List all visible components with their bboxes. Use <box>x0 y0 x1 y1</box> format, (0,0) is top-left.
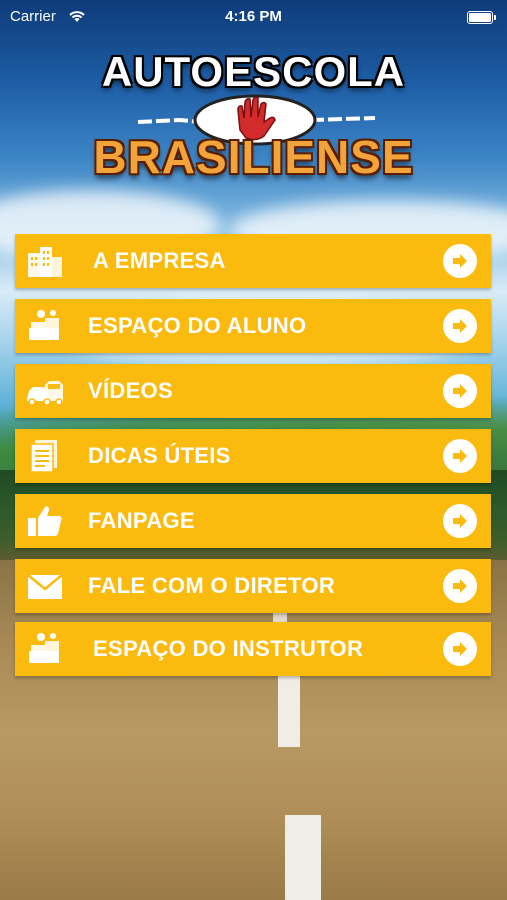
lane-marking <box>278 675 300 747</box>
lane-marking <box>285 815 321 900</box>
car-icon <box>27 381 63 406</box>
menu-item-fale-com-o-diretor[interactable]: FALE COM O DIRETOR <box>15 559 491 613</box>
status-time: 4:16 PM <box>225 8 282 25</box>
arrow-right-icon <box>443 309 477 343</box>
menu-item-label: A EMPRESA <box>93 248 226 273</box>
menu-item-dicas-uteis[interactable]: DICAS ÚTEIS <box>15 429 491 483</box>
menu-item-videos[interactable]: VÍDEOS <box>15 364 491 418</box>
instructor-icon <box>29 633 59 663</box>
menu-item-fanpage[interactable]: FANPAGE <box>15 494 491 548</box>
arrow-right-icon <box>443 244 477 278</box>
arrow-right-icon <box>443 374 477 408</box>
menu-item-label: ESPAÇO DO INSTRUTOR <box>93 636 364 661</box>
menu-item-label: FANPAGE <box>88 508 195 533</box>
envelope-icon <box>27 574 63 599</box>
menu-item-espaco-do-instrutor[interactable]: ESPAÇO DO INSTRUTOR <box>15 622 491 676</box>
logo-title-bottom: BRASILIENSE <box>93 131 414 183</box>
menu-item-label: ESPAÇO DO ALUNO <box>88 313 307 338</box>
menu-item-label: DICAS ÚTEIS <box>88 443 231 468</box>
battery-icon <box>467 11 496 24</box>
student-icon <box>29 310 59 340</box>
building-icon <box>28 247 62 277</box>
arrow-right-icon <box>443 632 477 666</box>
menu-item-espaco-do-aluno[interactable]: ESPAÇO DO ALUNO <box>15 299 491 353</box>
arrow-right-icon <box>443 569 477 603</box>
menu-item-a-empresa[interactable]: A EMPRESA <box>15 234 491 288</box>
arrow-right-icon <box>443 439 477 473</box>
status-bar: Carrier 4:16 PM <box>0 0 507 34</box>
document-icon <box>30 440 57 473</box>
thumbs-up-icon <box>28 506 62 536</box>
arrow-right-icon <box>443 504 477 538</box>
menu-item-label: FALE COM O DIRETOR <box>88 573 336 598</box>
logo-title-top: AUTOESCOLA <box>101 48 406 95</box>
menu-item-label: VÍDEOS <box>88 378 173 403</box>
